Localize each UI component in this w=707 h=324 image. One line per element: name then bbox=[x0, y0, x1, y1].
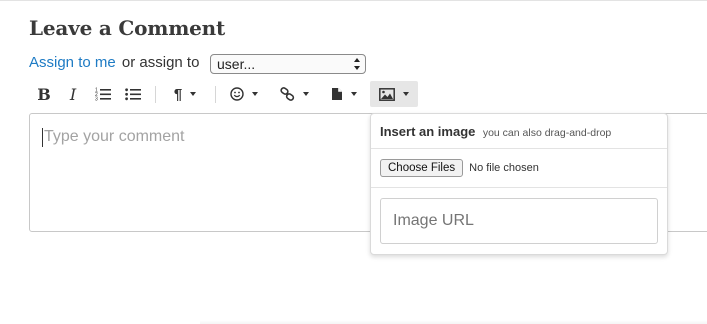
bold-button[interactable]: B bbox=[35, 81, 53, 107]
italic-button[interactable]: I bbox=[65, 81, 81, 107]
chevron-down-icon bbox=[403, 92, 409, 96]
image-icon bbox=[379, 87, 395, 101]
popover-header: Insert an image you can also drag-and-dr… bbox=[380, 123, 611, 141]
chevron-down-icon bbox=[252, 92, 258, 96]
ordered-list-icon: 1 2 3 bbox=[95, 88, 111, 102]
top-divider bbox=[0, 0, 707, 1]
assignee-select-value: user... bbox=[217, 56, 256, 72]
file-icon bbox=[332, 88, 342, 100]
bold-icon: B bbox=[37, 84, 51, 104]
image-url-input[interactable] bbox=[380, 198, 658, 244]
unordered-list-button[interactable] bbox=[124, 81, 142, 107]
text-cursor bbox=[42, 128, 43, 147]
toolbar-separator bbox=[155, 86, 156, 103]
comment-placeholder: Type your comment bbox=[44, 128, 185, 145]
unordered-list-icon bbox=[125, 88, 141, 101]
emoji-button[interactable] bbox=[226, 81, 262, 107]
paragraph-icon: ¶ bbox=[173, 85, 183, 103]
bottom-shadow bbox=[200, 320, 707, 324]
select-arrows-icon bbox=[354, 58, 360, 70]
emoji-icon bbox=[230, 87, 244, 101]
popover-divider bbox=[371, 187, 667, 188]
file-upload-row: Choose Files No file chosen bbox=[380, 159, 539, 177]
assign-to-label: or assign to bbox=[121, 54, 200, 71]
popover-divider bbox=[371, 148, 667, 149]
chevron-down-icon bbox=[351, 92, 357, 96]
file-button[interactable] bbox=[326, 81, 362, 107]
assign-to-me-link[interactable]: Assign to me bbox=[29, 54, 116, 71]
chevron-down-icon bbox=[190, 92, 197, 96]
paragraph-button[interactable]: ¶ bbox=[167, 81, 203, 107]
assignee-select[interactable]: user... bbox=[210, 54, 366, 74]
assign-row: Assign to me or assign to bbox=[29, 54, 201, 71]
page-title: Leave a Comment bbox=[29, 16, 226, 40]
file-status: No file chosen bbox=[469, 162, 539, 174]
chevron-down-icon bbox=[302, 92, 309, 96]
link-button[interactable] bbox=[276, 81, 312, 107]
popover-title: Insert an image bbox=[380, 124, 476, 139]
italic-icon: I bbox=[69, 84, 77, 104]
popover-hint: you can also drag-and-drop bbox=[482, 127, 612, 139]
link-icon bbox=[279, 87, 294, 101]
ordered-list-button[interactable]: 1 2 3 bbox=[94, 81, 112, 107]
choose-files-button[interactable]: Choose Files bbox=[380, 159, 464, 177]
svg-text:3: 3 bbox=[95, 97, 98, 102]
toolbar-separator bbox=[215, 86, 216, 103]
insert-image-popover: Insert an image you can also drag-and-dr… bbox=[370, 113, 668, 255]
image-button[interactable] bbox=[370, 81, 418, 107]
